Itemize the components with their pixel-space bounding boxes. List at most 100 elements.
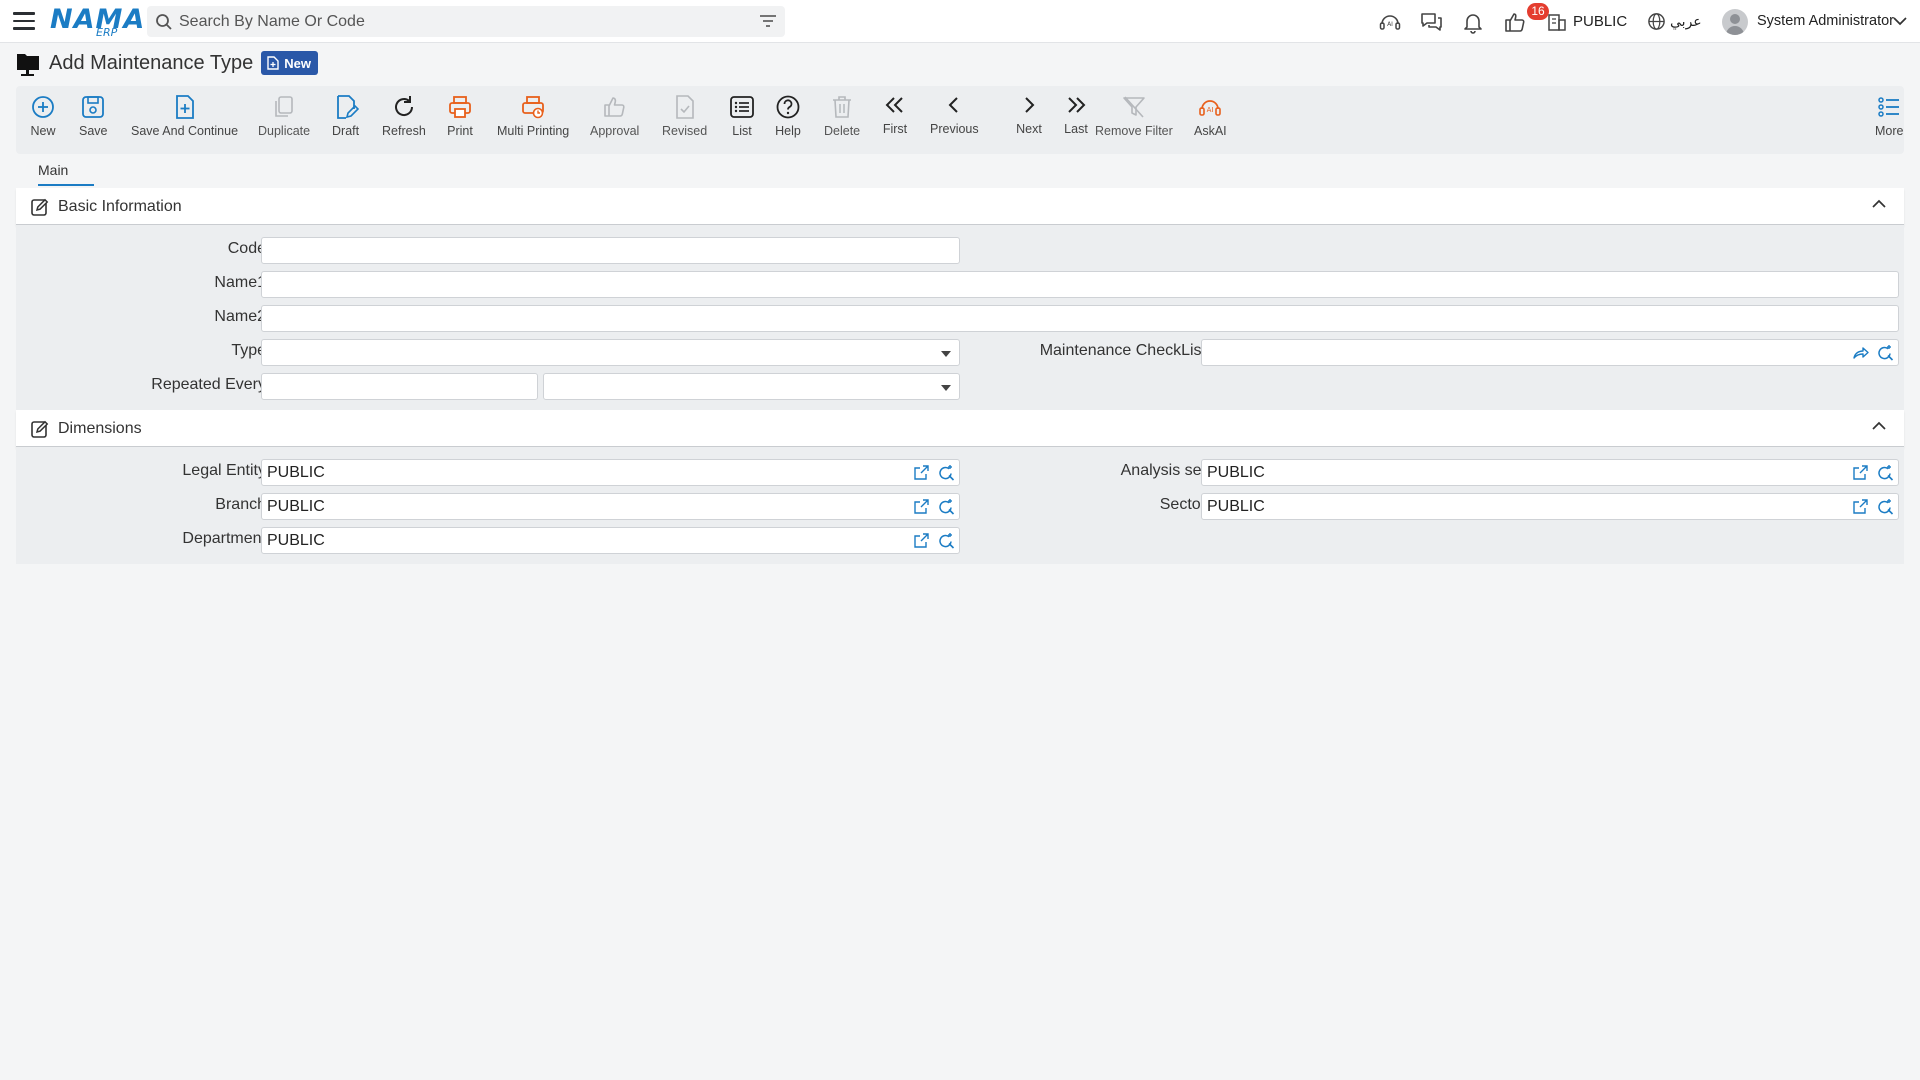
askai-button[interactable]: AI AskAI xyxy=(1194,94,1227,138)
globe-icon xyxy=(1648,13,1665,30)
duplicate-button[interactable]: Duplicate xyxy=(258,94,310,138)
analysis-set-field[interactable]: PUBLIC xyxy=(1201,459,1899,486)
multi-print-icon xyxy=(522,96,545,119)
status-badge: New xyxy=(261,51,318,75)
branch-field[interactable]: PUBLIC xyxy=(261,493,960,520)
dimensions-title: Dimensions xyxy=(58,420,142,437)
delete-label: Delete xyxy=(824,124,861,138)
tab-main[interactable]: Main xyxy=(38,162,68,178)
dimensions-header[interactable]: Dimensions xyxy=(16,410,1904,447)
svg-text:AI: AI xyxy=(1387,21,1393,28)
basic-information-title: Basic Information xyxy=(58,198,182,215)
ai-assistant-icon[interactable]: AI xyxy=(1378,10,1402,34)
more-button[interactable]: More xyxy=(1875,94,1903,138)
last-button[interactable]: Last xyxy=(1063,92,1089,136)
open-external-icon[interactable] xyxy=(1852,464,1869,481)
revised-button[interactable]: Revised xyxy=(662,94,707,138)
next-button[interactable]: Next xyxy=(1016,92,1042,136)
lookup-search-icon[interactable] xyxy=(1877,344,1894,361)
lookup-search-icon[interactable] xyxy=(938,498,955,515)
previous-label: Previous xyxy=(930,122,979,136)
legal-entity-value: PUBLIC xyxy=(267,464,325,481)
code-input[interactable] xyxy=(261,237,960,264)
search-input[interactable] xyxy=(179,6,739,37)
open-external-icon[interactable] xyxy=(913,498,930,515)
sector-label: Sector xyxy=(1159,496,1206,513)
maintenance-checklist-field[interactable] xyxy=(1201,339,1899,366)
edit-icon xyxy=(31,198,49,216)
repeated-every-input[interactable] xyxy=(261,373,538,400)
ask-ai-icon: AI xyxy=(1199,100,1222,116)
first-button[interactable]: First xyxy=(882,92,908,136)
save-button[interactable]: Save xyxy=(79,94,108,138)
more-label: More xyxy=(1875,124,1904,138)
repeated-every-unit-select[interactable] xyxy=(543,373,960,400)
logo-subtext: ERP xyxy=(96,26,118,39)
help-label: Help xyxy=(775,124,801,138)
lookup-search-icon[interactable] xyxy=(1877,498,1894,515)
share-icon[interactable] xyxy=(1852,344,1869,361)
refresh-button[interactable]: Refresh xyxy=(382,94,426,138)
delete-button[interactable]: Delete xyxy=(824,94,860,138)
chevron-right-icon xyxy=(1025,97,1035,113)
list-button[interactable]: List xyxy=(729,94,755,138)
help-button[interactable]: Help xyxy=(775,94,801,138)
chevron-up-icon[interactable] xyxy=(1872,199,1886,209)
refresh-icon xyxy=(394,96,413,116)
next-label: Next xyxy=(1016,122,1042,136)
basic-information-section: Basic Information Code Name1 Name2 Type … xyxy=(16,188,1904,410)
hamburger-menu-icon[interactable] xyxy=(13,12,35,32)
chevron-down-icon[interactable] xyxy=(1893,16,1907,26)
branch-label: Branch xyxy=(215,496,266,513)
previous-button[interactable]: Previous xyxy=(930,92,979,136)
lookup-search-icon[interactable] xyxy=(938,532,955,549)
open-external-icon[interactable] xyxy=(1852,498,1869,515)
filter-icon[interactable] xyxy=(759,14,777,28)
app-logo[interactable]: NAMA ERP xyxy=(50,3,144,39)
print-button[interactable]: Print xyxy=(447,94,473,138)
askai-label: AskAI xyxy=(1194,124,1227,138)
chevron-up-icon[interactable] xyxy=(1872,421,1886,431)
language-switch[interactable]: عربي xyxy=(1670,13,1702,30)
open-external-icon[interactable] xyxy=(913,464,930,481)
double-chevron-left-icon xyxy=(885,97,903,113)
name1-input[interactable] xyxy=(261,271,1899,298)
sector-value: PUBLIC xyxy=(1207,498,1265,515)
draft-label: Draft xyxy=(332,124,360,138)
repeated-every-label: Repeated Every xyxy=(151,376,266,393)
basic-information-header[interactable]: Basic Information xyxy=(16,188,1904,225)
draft-icon xyxy=(336,95,359,119)
approval-label: Approval xyxy=(590,124,640,138)
company-selector[interactable]: PUBLIC xyxy=(1573,13,1627,30)
lookup-search-icon[interactable] xyxy=(1877,464,1894,481)
remove-filter-button[interactable]: Remove Filter xyxy=(1095,94,1173,138)
new-document-icon xyxy=(267,56,279,70)
type-select[interactable] xyxy=(261,339,960,366)
user-avatar[interactable] xyxy=(1722,9,1748,35)
save-icon xyxy=(82,96,105,118)
chat-icon[interactable] xyxy=(1419,10,1444,34)
multi-printing-button[interactable]: Multi Printing xyxy=(497,94,569,138)
lookup-search-icon[interactable] xyxy=(938,464,955,481)
name2-input[interactable] xyxy=(261,305,1899,332)
duplicate-icon xyxy=(275,96,293,117)
save-and-continue-label: Save And Continue xyxy=(131,124,239,138)
branch-value: PUBLIC xyxy=(267,498,325,515)
approval-button[interactable]: Approval xyxy=(590,94,639,138)
dimensions-body: Legal Entity PUBLIC Analysis set PUBLIC … xyxy=(16,447,1904,564)
trash-icon xyxy=(833,96,852,118)
department-field[interactable]: PUBLIC xyxy=(261,527,960,554)
list-icon xyxy=(730,96,754,118)
sector-field[interactable]: PUBLIC xyxy=(1201,493,1899,520)
dropdown-arrow-icon xyxy=(941,351,951,357)
thumbs-up-notification-icon[interactable] xyxy=(1504,11,1526,33)
user-menu[interactable]: System Administrator xyxy=(1757,13,1894,29)
first-label: First xyxy=(882,122,908,136)
draft-button[interactable]: Draft xyxy=(332,94,359,138)
open-external-icon[interactable] xyxy=(913,532,930,549)
bell-icon[interactable] xyxy=(1462,10,1484,34)
maintenance-checklist-label: Maintenance CheckList xyxy=(1039,342,1206,359)
save-and-continue-button[interactable]: Save And Continue xyxy=(131,94,238,138)
legal-entity-field[interactable]: PUBLIC xyxy=(261,459,960,486)
new-button[interactable]: New xyxy=(30,94,56,138)
